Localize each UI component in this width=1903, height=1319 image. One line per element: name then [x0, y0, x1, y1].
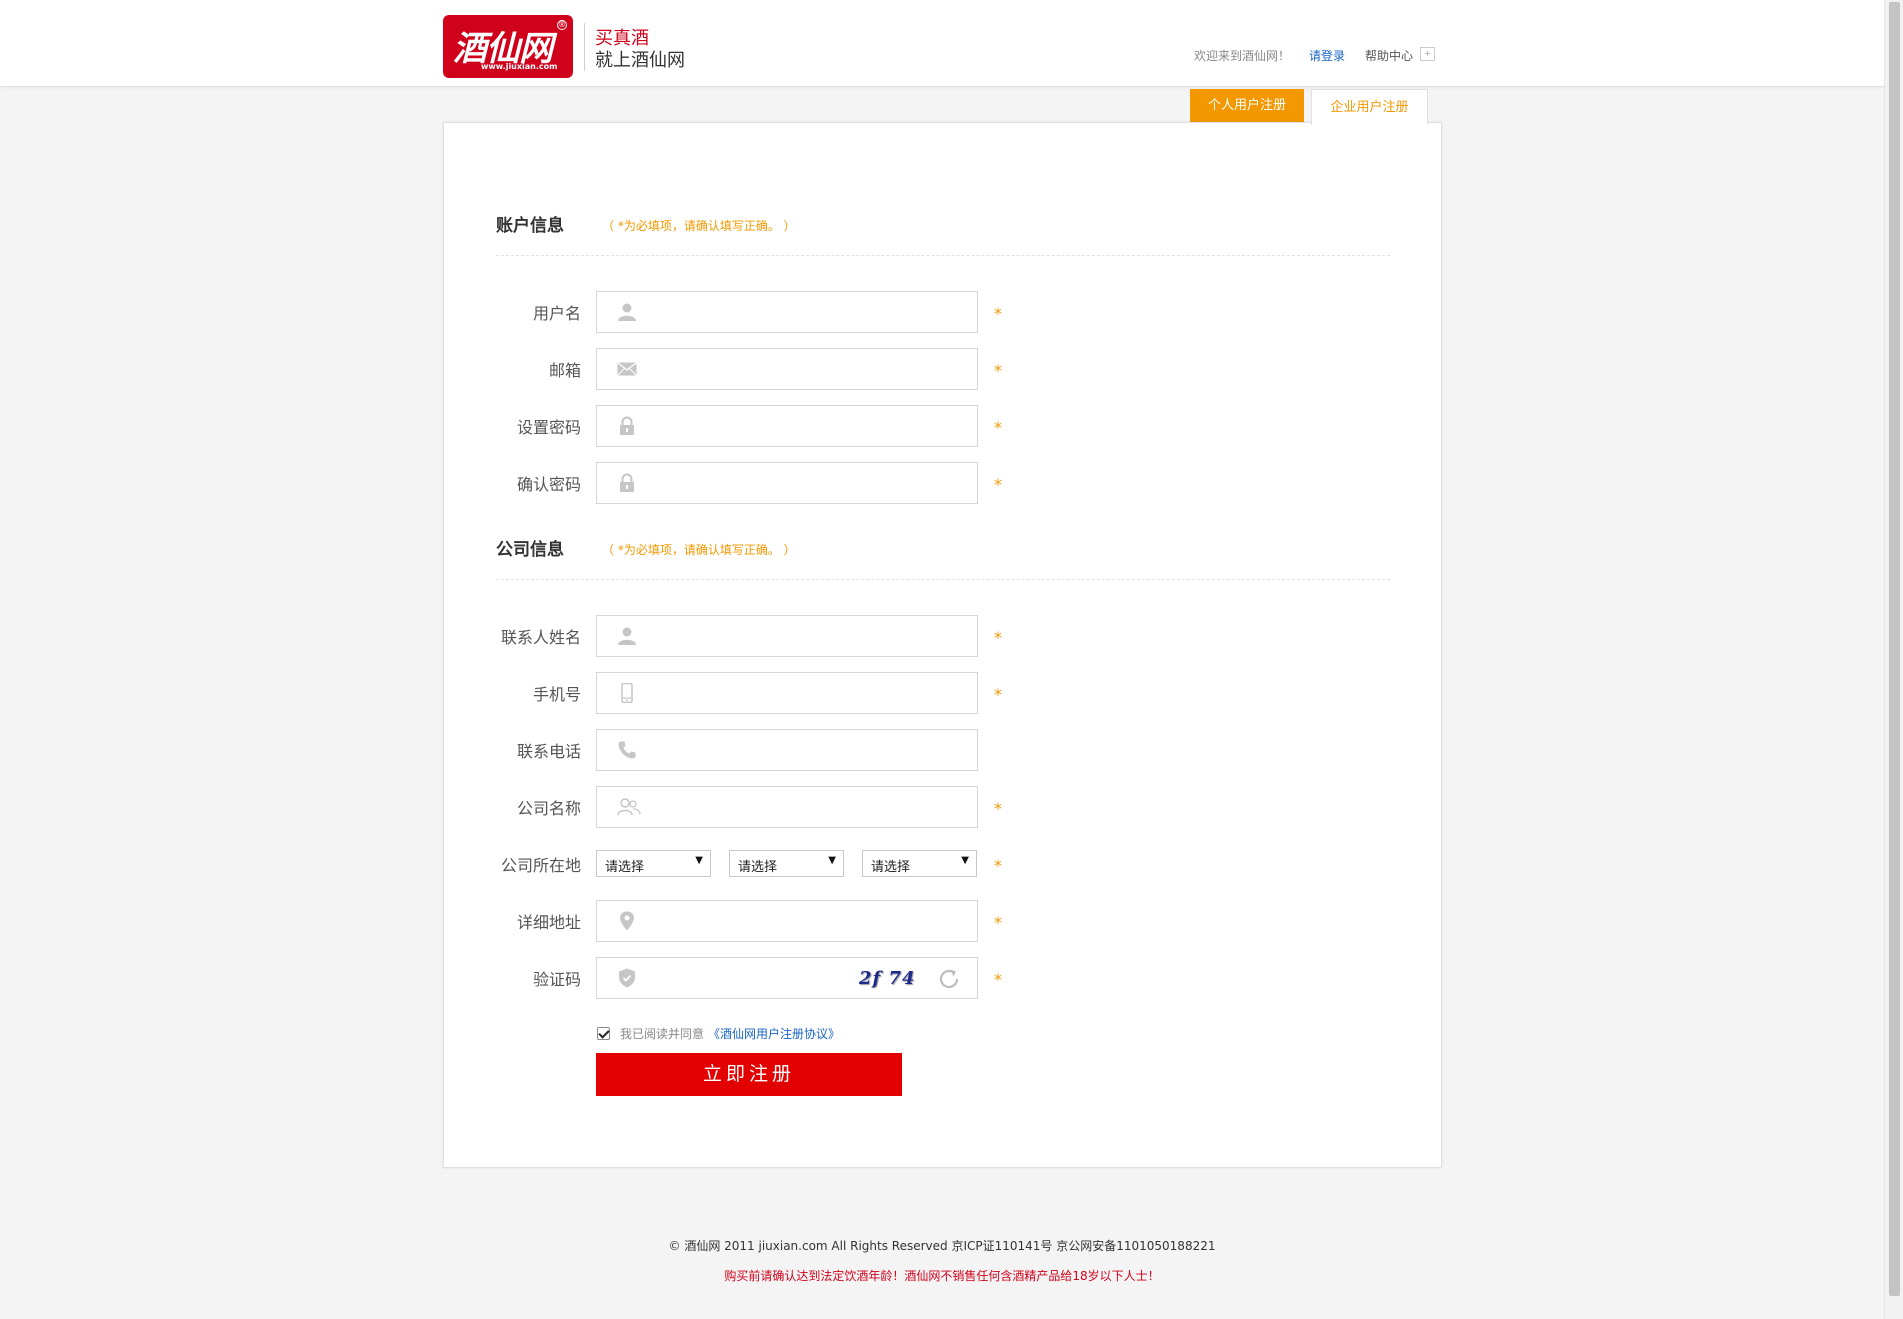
company-section-note: （ *为必填项，请确认填写正确。 ） [602, 543, 796, 557]
phone-label: 联系电话 [516, 742, 581, 761]
address-input[interactable] [645, 901, 965, 941]
required-mark: * [994, 475, 1002, 494]
mobile-icon [621, 683, 633, 703]
refresh-icon[interactable] [937, 967, 961, 991]
register-submit-button[interactable]: 立即注册 [596, 1053, 902, 1096]
phone-input[interactable] [645, 730, 965, 770]
login-link[interactable]: 请登录 [1309, 47, 1345, 64]
contact-name-field[interactable] [596, 615, 978, 657]
required-mark: * [994, 304, 1002, 323]
location-pin-icon [620, 911, 634, 931]
lock-icon [620, 416, 634, 435]
tab-company-register[interactable]: 企业用户注册 [1311, 89, 1428, 125]
location-label: 公司所在地 [500, 856, 581, 875]
captcha-label: 验证码 [532, 970, 581, 989]
required-mark: * [994, 361, 1002, 380]
section-divider [496, 579, 1390, 580]
chevron-down-icon: ▼ [961, 855, 969, 866]
city-select-value: 请选择 [738, 860, 778, 875]
welcome-text: 欢迎来到酒仙网！ [1194, 49, 1291, 63]
mail-icon [617, 361, 637, 376]
mobile-label: 手机号 [532, 685, 581, 704]
agreement-text: 我已阅读并同意 [620, 1027, 705, 1041]
address-field[interactable] [596, 900, 978, 942]
agreement-checkbox[interactable] [597, 1027, 610, 1040]
required-mark: * [994, 913, 1002, 932]
section-divider [496, 255, 1390, 256]
help-dropdown-icon[interactable]: + [1420, 47, 1435, 61]
required-mark: * [994, 970, 1002, 989]
required-mark: * [994, 628, 1002, 647]
city-select[interactable]: 请选择 ▼ [729, 850, 844, 877]
email-label: 邮箱 [548, 361, 581, 380]
company-name-input[interactable] [645, 787, 965, 827]
company-section-title: 公司信息 [496, 540, 564, 560]
user-icon [618, 627, 636, 645]
phone-field[interactable] [596, 729, 978, 771]
email-input[interactable] [645, 349, 965, 389]
help-center-link[interactable]: 帮助中心 [1365, 47, 1413, 64]
agreement-link[interactable]: 《酒仙网用户注册协议》 [708, 1025, 840, 1042]
scrollbar-thumb[interactable] [1889, 2, 1900, 1296]
username-input[interactable] [645, 292, 965, 332]
district-select[interactable]: 请选择 ▼ [862, 850, 977, 877]
confirm-password-input[interactable] [645, 463, 965, 503]
required-mark: * [994, 418, 1002, 437]
chevron-down-icon: ▼ [828, 855, 836, 866]
username-field[interactable] [596, 291, 978, 333]
user-icon [618, 303, 636, 321]
company-name-label: 公司名称 [516, 799, 581, 818]
account-section-title: 账户信息 [496, 216, 564, 236]
captcha-input[interactable] [645, 958, 845, 998]
password-field[interactable] [596, 405, 978, 447]
address-label: 详细地址 [516, 913, 581, 932]
footer-age-warning: 购买前请确认达到法定饮酒年龄！酒仙网不销售任何含酒精产品给18岁以下人士！ [724, 1269, 1160, 1283]
account-section-note: （ *为必填项，请确认填写正确。 ） [602, 219, 796, 233]
tab-personal-register[interactable]: 个人用户注册 [1190, 89, 1304, 122]
site-logo[interactable]: 酒仙网 www.jiuxian.com ® [443, 15, 573, 78]
page-scrollbar[interactable] [1884, 0, 1903, 1319]
logo-url: www.jiuxian.com [481, 62, 558, 71]
captcha-image[interactable]: 2f 74 [859, 968, 916, 989]
mobile-field[interactable] [596, 672, 978, 714]
company-name-field[interactable] [596, 786, 978, 828]
slogan-divider [584, 23, 585, 71]
footer-copyright: © 酒仙网 2011 jiuxian.com All Rights Reserv… [668, 1239, 1216, 1253]
group-icon [617, 798, 641, 816]
required-mark: * [994, 856, 1002, 875]
password-input[interactable] [645, 406, 965, 446]
province-select[interactable]: 请选择 ▼ [596, 850, 711, 877]
confirm-password-label: 确认密码 [516, 475, 581, 494]
province-select-value: 请选择 [605, 860, 645, 875]
required-mark: * [994, 685, 1002, 704]
slogan-line2: 就上酒仙网 [595, 50, 685, 71]
site-header: 酒仙网 www.jiuxian.com ® 买真酒 就上酒仙网 欢迎来到酒仙网！… [0, 0, 1884, 87]
email-field[interactable] [596, 348, 978, 390]
phone-icon [618, 741, 636, 759]
mobile-input[interactable] [645, 673, 965, 713]
registered-mark: ® [557, 20, 567, 30]
confirm-password-field[interactable] [596, 462, 978, 504]
required-mark: * [994, 799, 1002, 818]
lock-icon [620, 473, 634, 492]
captcha-field[interactable]: 2f 74 [596, 957, 978, 999]
district-select-value: 请选择 [871, 860, 911, 875]
shield-icon [619, 968, 635, 988]
password-label: 设置密码 [516, 418, 581, 437]
contact-name-input[interactable] [645, 616, 965, 656]
chevron-down-icon: ▼ [695, 855, 703, 866]
contact-name-label: 联系人姓名 [500, 628, 581, 647]
username-label: 用户名 [532, 304, 581, 323]
